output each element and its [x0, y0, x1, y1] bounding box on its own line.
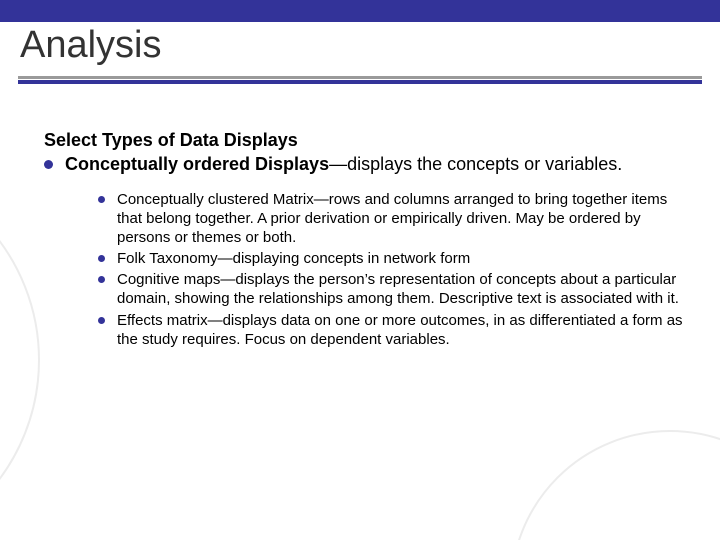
bullet-lead: Conceptually ordered Displays: [65, 154, 329, 174]
bullet-dot-icon: [98, 255, 105, 262]
title-rule-blue: [18, 80, 702, 84]
section-heading: Select Types of Data Displays: [44, 130, 684, 151]
title-rule-grey: [18, 76, 702, 79]
bullet-level2-text: Effects matrix—displays data on one or m…: [117, 311, 684, 349]
bullet-dot-icon: [98, 317, 105, 324]
bullet-dot-icon: [98, 196, 105, 203]
bullet-dot-icon: [98, 276, 105, 283]
bullet-level2: Effects matrix—displays data on one or m…: [98, 311, 684, 349]
bullet-level2-text: Cognitive maps—displays the person’s rep…: [117, 270, 684, 308]
bullet-level2-text: Conceptually clustered Matrix—rows and c…: [117, 190, 684, 248]
decorative-circle-left: [0, 160, 40, 540]
bullet-level2-text: Folk Taxonomy—displaying concepts in net…: [117, 249, 470, 268]
bullet-level2: Conceptually clustered Matrix—rows and c…: [98, 190, 684, 248]
header-bar: [0, 0, 720, 22]
bullet-level2: Folk Taxonomy—displaying concepts in net…: [98, 249, 684, 268]
bullet-rest: —displays the concepts or variables.: [329, 154, 622, 174]
bullet-level1-text: Conceptually ordered Displays—displays t…: [65, 153, 622, 176]
slide-body: Select Types of Data Displays Conceptual…: [44, 130, 684, 351]
decorative-circle-bottom-right: [510, 430, 720, 540]
bullet-level2: Cognitive maps—displays the person’s rep…: [98, 270, 684, 308]
bullet-dot-icon: [44, 160, 53, 169]
sub-bullet-list: Conceptually clustered Matrix—rows and c…: [98, 190, 684, 350]
bullet-level1: Conceptually ordered Displays—displays t…: [44, 153, 684, 176]
slide-title: Analysis: [20, 24, 162, 67]
